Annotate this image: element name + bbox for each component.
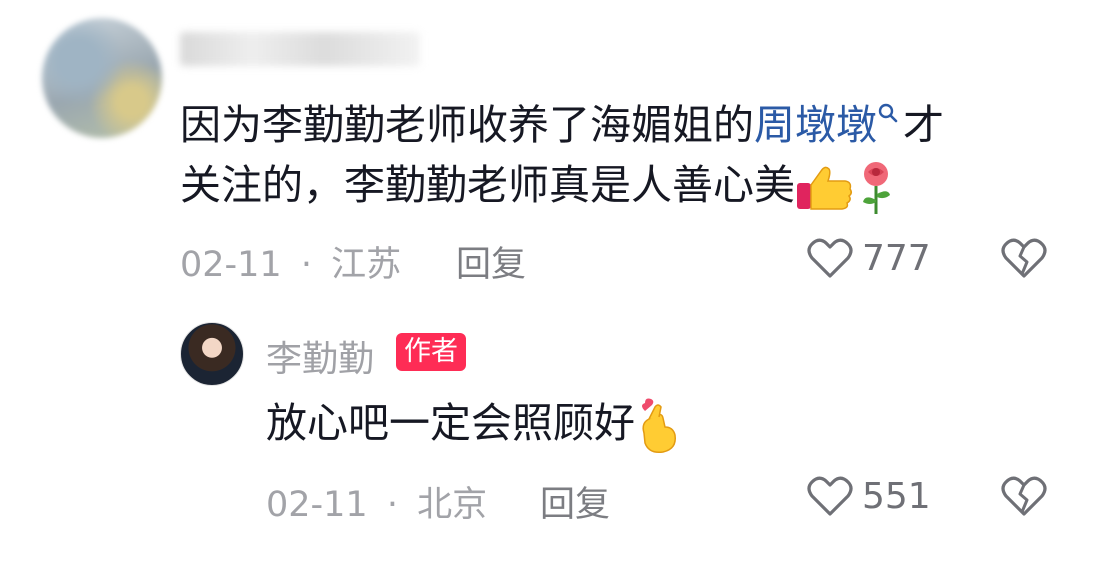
comment-text-line1: 因为李勤勤老师收养了海媚姐的周墩墩才: [180, 96, 944, 154]
comment-location: 江苏: [331, 245, 402, 285]
comment-text-part: 因为李勤勤老师收养了海媚姐的: [180, 101, 754, 149]
comment-meta: 02-11 · 江苏: [180, 236, 401, 287]
rose-emoji: [863, 162, 890, 214]
commenter-name-blurred[interactable]: [180, 32, 420, 66]
heart-outline-icon: [807, 238, 853, 278]
mention-text: 周墩墩: [754, 101, 877, 149]
comment-text-part: 关注的，李勤勤老师真是人善心美: [180, 161, 795, 209]
comment-like-button[interactable]: 777: [806, 236, 931, 280]
like-count: 777: [862, 237, 931, 279]
thumbs-up-emoji: [797, 166, 853, 210]
like-count: 551: [862, 475, 931, 517]
reply-label: 回复: [540, 485, 611, 525]
reply-meta: 02-11 · 北京: [266, 476, 487, 527]
reply-text: 放心吧一定会照顾好: [266, 394, 679, 455]
comment-text-line2: 关注的，李勤勤老师真是人善心美: [180, 156, 897, 216]
meta-separator: ·: [386, 485, 398, 525]
comment-reply-button[interactable]: 回复: [456, 236, 526, 287]
search-icon: [878, 103, 898, 123]
reply-like-button[interactable]: 551: [806, 474, 931, 518]
reply-text-content: 放心吧一定会照顾好: [266, 399, 635, 447]
comment-dislike-button[interactable]: [1000, 236, 1048, 284]
reply-dislike-button[interactable]: [1000, 474, 1048, 522]
author-name[interactable]: 李勤勤: [266, 330, 374, 382]
author-badge: 作者: [396, 333, 466, 371]
comment-date: 02-11: [180, 245, 282, 285]
reply-reply-button[interactable]: 回复: [540, 476, 610, 527]
reply-label: 回复: [456, 245, 527, 285]
reply-date: 02-11: [266, 485, 368, 525]
broken-heart-icon: [1001, 238, 1047, 278]
finger-heart-emoji: [642, 398, 676, 454]
commenter-avatar[interactable]: [42, 18, 162, 138]
broken-heart-icon: [1001, 476, 1047, 516]
author-avatar[interactable]: [180, 322, 244, 386]
meta-separator: ·: [300, 245, 312, 285]
heart-outline-icon: [807, 476, 853, 516]
reply-location: 北京: [417, 485, 488, 525]
comment-text-part: 才: [903, 101, 944, 149]
mention-link[interactable]: 周墩墩: [754, 101, 903, 149]
